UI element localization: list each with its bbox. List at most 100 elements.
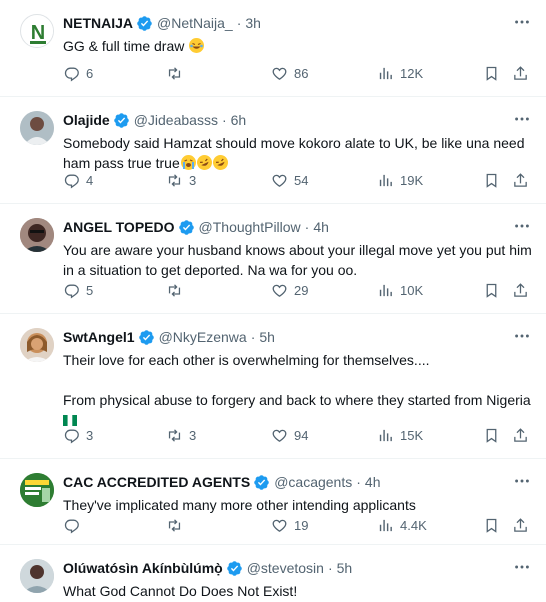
author-name[interactable]: CAC ACCREDITED AGENTS xyxy=(63,474,250,490)
tweet-header: CAC ACCREDITED AGENTS @cacagents · 4h xyxy=(63,472,381,492)
share-icon xyxy=(514,427,527,442)
like-button[interactable]: 86 xyxy=(271,63,308,83)
more-options-icon[interactable] xyxy=(512,326,532,346)
verified-badge-icon xyxy=(253,474,270,491)
views-button[interactable]: 10K xyxy=(377,280,423,300)
retweet-icon xyxy=(168,428,181,442)
author-name[interactable]: SwtAngel1 xyxy=(63,329,135,345)
author-handle[interactable]: @ThoughtPillow xyxy=(199,219,301,235)
tweet[interactable]: Olajide @Jideabasss · 6h Somebody said H… xyxy=(0,97,546,204)
like-count: 29 xyxy=(294,282,309,298)
author-handle[interactable]: @Jideabasss xyxy=(134,112,218,128)
tweet[interactable]: ANGEL TOPEDO @ThoughtPillow · 4h You are… xyxy=(0,204,546,314)
timestamp[interactable]: 4h xyxy=(313,219,329,235)
tweet-text-line: They've implicated many more other inten… xyxy=(63,497,416,513)
reply-button[interactable]: 4 xyxy=(63,170,93,190)
reply-button[interactable] xyxy=(63,515,86,535)
bookmark-button[interactable] xyxy=(483,515,500,535)
views-button[interactable]: 12K xyxy=(377,63,423,83)
more-options-icon[interactable] xyxy=(512,471,532,491)
retweet-count: 3 xyxy=(189,427,197,443)
tweet[interactable]: N NETNAIJA @NetNaija_ · 3h GG & full tim… xyxy=(0,0,546,97)
like-button[interactable]: 29 xyxy=(271,280,308,300)
bookmark-button[interactable] xyxy=(483,280,500,300)
share-button[interactable] xyxy=(512,515,529,535)
tweet[interactable]: SwtAngel1 @NkyEzenwa · 5h Their love for… xyxy=(0,314,546,459)
author-name[interactable]: ANGEL TOPEDO xyxy=(63,219,175,235)
tweet[interactable]: CAC ACCREDITED AGENTS @cacagents · 4h Th… xyxy=(0,459,546,545)
analytics-icon xyxy=(379,519,392,531)
reply-button[interactable]: 5 xyxy=(63,280,93,300)
bookmark-button[interactable] xyxy=(483,425,500,445)
avatar[interactable] xyxy=(20,328,54,362)
tweet-text-line: What God Cannot Do Does Not Exist! xyxy=(63,583,298,599)
avatar[interactable] xyxy=(20,473,54,507)
verified-badge-icon xyxy=(138,329,155,346)
timestamp[interactable]: 5h xyxy=(259,329,275,345)
author-handle[interactable]: @NkyEzenwa xyxy=(159,329,247,345)
tweet-text: GG & full time draw xyxy=(63,36,533,56)
tweet-text-line: in a situation to get deported. Na wa fo… xyxy=(63,262,358,278)
bookmark-icon xyxy=(486,428,497,443)
share-button[interactable] xyxy=(512,63,529,83)
analytics-icon xyxy=(379,174,392,186)
separator-dot: · xyxy=(304,219,310,235)
like-button[interactable]: 54 xyxy=(271,170,308,190)
bookmark-button[interactable] xyxy=(483,63,500,83)
retweet-button[interactable] xyxy=(166,280,189,300)
more-options-icon[interactable] xyxy=(512,216,532,236)
reply-button[interactable]: 3 xyxy=(63,425,93,445)
avatar[interactable] xyxy=(20,218,54,252)
bookmark-button[interactable] xyxy=(483,170,500,190)
tweet[interactable]: Olúwatósìn Akínbùlúmọ̀ @stevetosin · 5h … xyxy=(0,545,546,602)
timestamp[interactable]: 3h xyxy=(245,15,261,31)
avatar[interactable]: N xyxy=(20,14,54,48)
tweet-text: You are aware your husband knows about y… xyxy=(63,240,533,280)
verified-badge-icon xyxy=(226,560,243,577)
timestamp[interactable]: 5h xyxy=(337,560,353,576)
verified-badge-icon xyxy=(178,219,195,236)
more-options-icon[interactable] xyxy=(512,109,532,129)
tweet-text: Their love for each other is overwhelmin… xyxy=(63,350,533,430)
timestamp[interactable]: 6h xyxy=(231,112,247,128)
retweet-button[interactable] xyxy=(166,515,189,535)
author-name[interactable]: NETNAIJA xyxy=(63,15,133,31)
more-options-icon[interactable] xyxy=(512,12,532,32)
views-button[interactable]: 15K xyxy=(377,425,423,445)
share-button[interactable] xyxy=(512,280,529,300)
author-handle[interactable]: @NetNaija_ xyxy=(157,15,233,31)
author-name[interactable]: Olajide xyxy=(63,112,110,128)
author-handle[interactable]: @cacagents xyxy=(274,474,352,490)
like-count: 19 xyxy=(294,517,309,533)
share-button[interactable] xyxy=(512,425,529,445)
reply-button[interactable]: 6 xyxy=(63,63,93,83)
author-handle[interactable]: @stevetosin xyxy=(247,560,324,576)
more-options-icon[interactable] xyxy=(512,557,532,577)
like-button[interactable]: 19 xyxy=(271,515,308,535)
share-button[interactable] xyxy=(512,170,529,190)
bookmark-icon xyxy=(486,518,497,533)
like-button[interactable]: 94 xyxy=(271,425,308,445)
retweet-button[interactable]: 3 xyxy=(166,425,196,445)
views-button[interactable]: 19K xyxy=(377,170,423,190)
tweet-actions: 3 3 94 15K xyxy=(63,425,533,445)
retweet-icon xyxy=(168,518,181,532)
author-name[interactable]: Olúwatósìn Akínbùlúmọ̀ xyxy=(63,560,223,576)
view-count: 4.4K xyxy=(400,517,427,533)
timestamp[interactable]: 4h xyxy=(365,474,381,490)
avatar[interactable] xyxy=(20,111,54,145)
retweet-button[interactable] xyxy=(166,63,189,83)
tweet-text-line: Their love for each other is overwhelmin… xyxy=(63,352,430,368)
share-icon xyxy=(514,282,527,297)
retweet-button[interactable]: 3 xyxy=(166,170,196,190)
views-button[interactable]: 4.4K xyxy=(377,515,427,535)
view-count: 10K xyxy=(400,282,424,298)
avatar[interactable] xyxy=(20,559,54,593)
heart-icon xyxy=(272,519,287,532)
share-icon xyxy=(514,65,527,80)
reply-count: 5 xyxy=(86,282,94,298)
laughing-emoji-icon xyxy=(189,38,205,53)
verified-badge-icon xyxy=(113,112,130,129)
tweet-text: What God Cannot Do Does Not Exist! xyxy=(63,581,533,601)
